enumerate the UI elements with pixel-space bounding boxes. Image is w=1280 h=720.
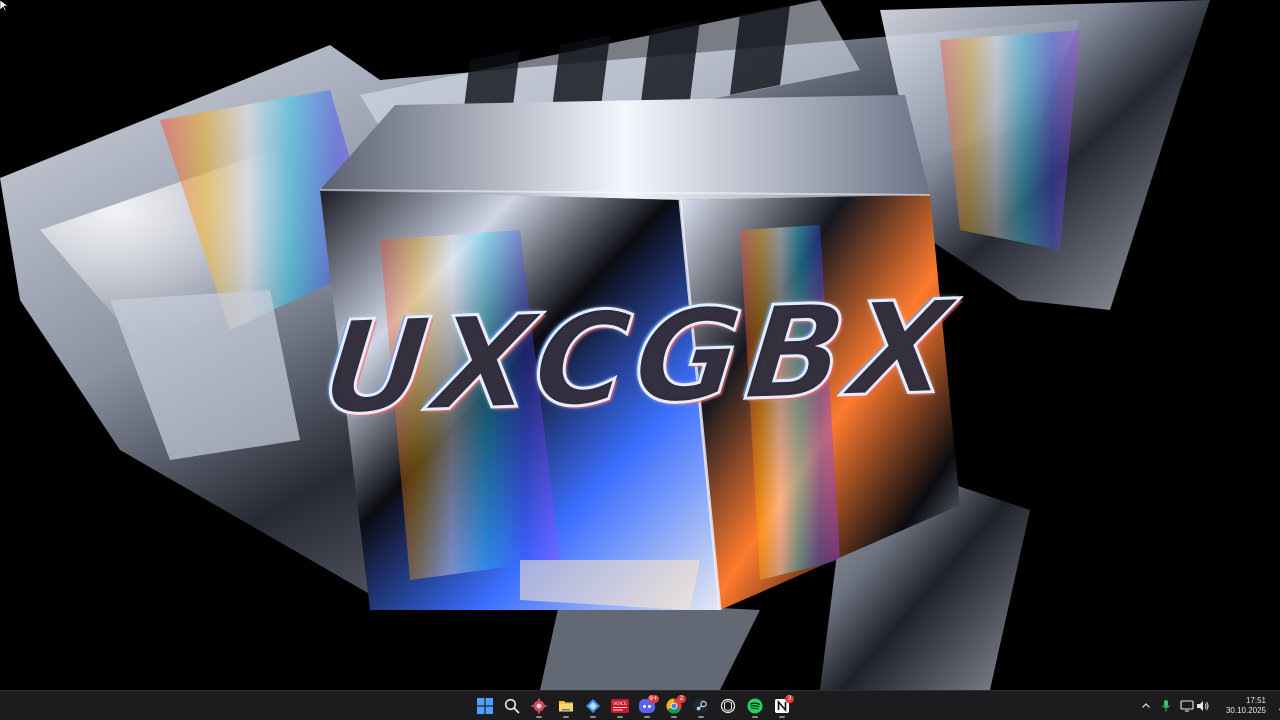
blue-app-icon [586, 699, 600, 713]
news-app-icon: VOICE [611, 699, 629, 713]
taskbar-spotify[interactable] [743, 693, 767, 719]
taskbar-file-explorer[interactable] [554, 693, 578, 719]
chevron-up-icon [1142, 703, 1150, 708]
taskbar-chrome[interactable]: 2 [662, 693, 686, 719]
discord-notification-badge: 9+ [648, 695, 659, 703]
quick-settings-button[interactable] [1178, 699, 1212, 713]
microphone-icon [1162, 700, 1170, 712]
mouse-cursor-icon [0, 0, 8, 12]
taskbar-steam[interactable] [689, 693, 713, 719]
spotify-icon [747, 698, 763, 714]
taskbar-app-blue[interactable] [581, 693, 605, 719]
taskbar-notion[interactable]: 3 [770, 693, 794, 719]
windows-logo-icon [477, 698, 493, 714]
openai-icon [720, 698, 736, 714]
notification-center-button[interactable] [1276, 696, 1280, 716]
show-hidden-icons-button[interactable] [1138, 696, 1154, 716]
chrome-notification-badge: 2 [677, 695, 686, 703]
taskbar-discord[interactable]: 9+ [635, 693, 659, 719]
taskbar: VOICE 9+ 2 3 17:51 30.10.2025 [0, 690, 1280, 720]
system-tray: 17:51 30.10.2025 [1138, 691, 1280, 720]
taskbar-news-app[interactable]: VOICE [608, 693, 632, 719]
microphone-status-button[interactable] [1158, 696, 1174, 716]
wallpaper-wordmark: UXCGBX [315, 271, 966, 445]
clock-time: 17:51 [1245, 696, 1266, 705]
gear-app-icon [531, 698, 547, 714]
clock-date: 30.10.2025 [1225, 706, 1266, 715]
taskbar-app-gear[interactable] [527, 693, 551, 719]
notion-notification-badge: 3 [785, 695, 794, 703]
network-icon [1180, 700, 1194, 712]
search-icon [504, 698, 520, 714]
taskbar-openai[interactable] [716, 693, 740, 719]
start-button[interactable] [473, 693, 497, 719]
taskbar-app-list: VOICE 9+ 2 3 [473, 691, 794, 720]
desktop-wallpaper: UXCGBX [0, 0, 1280, 690]
folder-icon [559, 701, 573, 712]
search-button[interactable] [500, 693, 524, 719]
volume-icon [1197, 701, 1209, 711]
clock-button[interactable]: 17:51 30.10.2025 [1222, 693, 1266, 719]
news-app-label: VOICE [613, 701, 627, 707]
steam-icon [693, 698, 709, 714]
